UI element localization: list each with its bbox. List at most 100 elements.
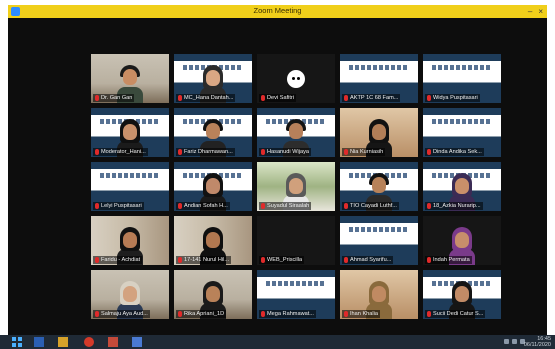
clock[interactable]: 16:45 06/11/2020 [524,336,551,348]
participant-name: Andian Sofah H... [184,203,228,209]
participant-name-tag: Lelyi Puspitasari [93,202,144,210]
participant-name-tag: Ahmad Syarifu... [342,256,394,264]
participant-name-tag: Indah Permata [425,256,472,264]
participant-name: Sucii Dedi Catur S... [433,311,484,317]
participant-name-tag: WEB_Priscilla [259,256,305,264]
participant-name-tag: Sucii Dedi Catur S... [425,310,486,318]
participant-name: Nia Kurniasih [350,149,384,155]
participant-tile[interactable]: TIO Cayadi Luthf... [340,162,418,211]
participant-tile[interactable]: Mega Rahmawat... [257,270,335,319]
participant-tile[interactable]: Dr. Gan Gan [91,54,169,103]
participant-tile[interactable]: Nia Kurniasih [340,108,418,157]
participant-tile[interactable]: WEB_Priscilla [257,216,335,265]
participant-tile[interactable]: AKTP 1C 68 Fam... [340,54,418,103]
muted-mic-icon [95,95,99,101]
participant-name: Widya Puspitasari [433,95,478,101]
network-icon[interactable] [504,339,509,344]
participant-name-tag: AKTP 1C 68 Fam... [342,94,401,102]
muted-mic-icon [261,149,265,155]
participant-name-tag: 17-141 Nurul Hil... [176,256,232,264]
participant-name: Moderator_Hani... [101,149,146,155]
gallery-view: Dr. Gan Gan MC_Hana Dantah... Devi Safitri… [91,54,501,319]
participant-tile[interactable]: Sucii Dedi Catur S... [423,270,501,319]
clock-date: 06/11/2020 [523,342,551,348]
muted-mic-icon [261,95,265,101]
participant-name: Ahmad Syarifu... [350,257,392,263]
participant-name: Fariz Dharmawan... [184,149,233,155]
muted-mic-icon [344,311,348,317]
avatar-icon [287,69,305,88]
muted-mic-icon [95,203,99,209]
participant-name: WEB_Priscilla [267,257,303,263]
windows-taskbar: 16:45 06/11/2020 [0,335,555,349]
participant-name-tag: Faridu - Achdiat [93,256,143,264]
participant-tile[interactable]: Ihan Khalia [340,270,418,319]
participant-name: 17-141 Nurul Hil... [184,257,230,263]
participant-tile[interactable]: Faridu - Achdiat [91,216,169,265]
muted-mic-icon [178,311,182,317]
participant-tile[interactable]: Lelyi Puspitasari [91,162,169,211]
participant-name-tag: Dinda Andika Sek... [425,148,484,156]
participant-tile[interactable]: Widya Puspitasari [423,54,501,103]
muted-mic-icon [95,149,99,155]
participant-tile[interactable]: Suyadul Siraalah [257,162,335,211]
file-explorer-icon[interactable] [58,337,68,347]
participant-tile[interactable]: Fariz Dharmawan... [174,108,252,157]
participant-tile[interactable]: Salmaju Aya Aud... [91,270,169,319]
participant-name-tag: Mega Rahmawat... [259,310,316,318]
windows-start-icon[interactable] [12,337,22,347]
participant-name-tag: Fariz Dharmawan... [176,148,235,156]
muted-mic-icon [344,257,348,263]
muted-mic-icon [261,203,265,209]
zoom-taskbar-icon[interactable] [132,337,142,347]
app-icon[interactable] [108,337,118,347]
close-button[interactable]: × [538,7,543,16]
volume-icon[interactable] [512,339,517,344]
muted-mic-icon [427,311,431,317]
participant-name: Devi Safitri [267,95,295,101]
participant-tile[interactable]: Devi Safitri [257,54,335,103]
participant-name-tag: 18_Azkia Nurarip... [425,202,483,210]
muted-mic-icon [261,311,265,317]
title-bar: Zoom Meeting – × [8,5,547,18]
participant-name: Ihan Khalia [350,311,378,317]
participant-tile[interactable]: 18_Azkia Nurarip... [423,162,501,211]
participant-name: Lelyi Puspitasari [101,203,142,209]
muted-mic-icon [344,203,348,209]
muted-mic-icon [178,95,182,101]
participant-name-tag: Rika Apriani_1D [176,310,227,318]
muted-mic-icon [95,257,99,263]
participant-name: Dr. Gan Gan [101,95,133,101]
muted-mic-icon [95,311,99,317]
participant-tile[interactable]: Moderator_Hani... [91,108,169,157]
muted-mic-icon [427,257,431,263]
participant-name: Indah Permata [433,257,470,263]
minimize-button[interactable]: – [528,7,532,16]
chrome-icon[interactable] [84,337,94,347]
participant-tile[interactable]: Ahmad Syarifu... [340,216,418,265]
system-tray [504,339,525,344]
window-controls: – × [528,5,543,18]
muted-mic-icon [261,257,265,263]
participant-tile[interactable]: MC_Hana Dantah... [174,54,252,103]
muted-mic-icon [344,149,348,155]
muted-mic-icon [178,149,182,155]
participant-name-tag: TIO Cayadi Luthf... [342,202,399,210]
participant-name-tag: MC_Hana Dantah... [176,94,236,102]
muted-mic-icon [427,95,431,101]
participant-tile[interactable]: Hasanudi Wijaya [257,108,335,157]
word-icon[interactable] [34,337,44,347]
participant-name-tag: Andian Sofah H... [176,202,230,210]
participant-name-tag: Dr. Gan Gan [93,94,135,102]
participant-tile[interactable]: Dinda Andika Sek... [423,108,501,157]
participant-name: MC_Hana Dantah... [184,95,234,101]
participant-name: 18_Azkia Nurarip... [433,203,481,209]
participant-tile[interactable]: 17-141 Nurul Hil... [174,216,252,265]
participant-name: Rika Apriani_1D [184,311,225,317]
participant-tile[interactable]: Indah Permata [423,216,501,265]
participant-tile[interactable]: Rika Apriani_1D [174,270,252,319]
participant-tile[interactable]: Andian Sofah H... [174,162,252,211]
participant-name: Dinda Andika Sek... [433,149,482,155]
participant-name: Faridu - Achdiat [101,257,141,263]
participant-name-tag: Ihan Khalia [342,310,380,318]
